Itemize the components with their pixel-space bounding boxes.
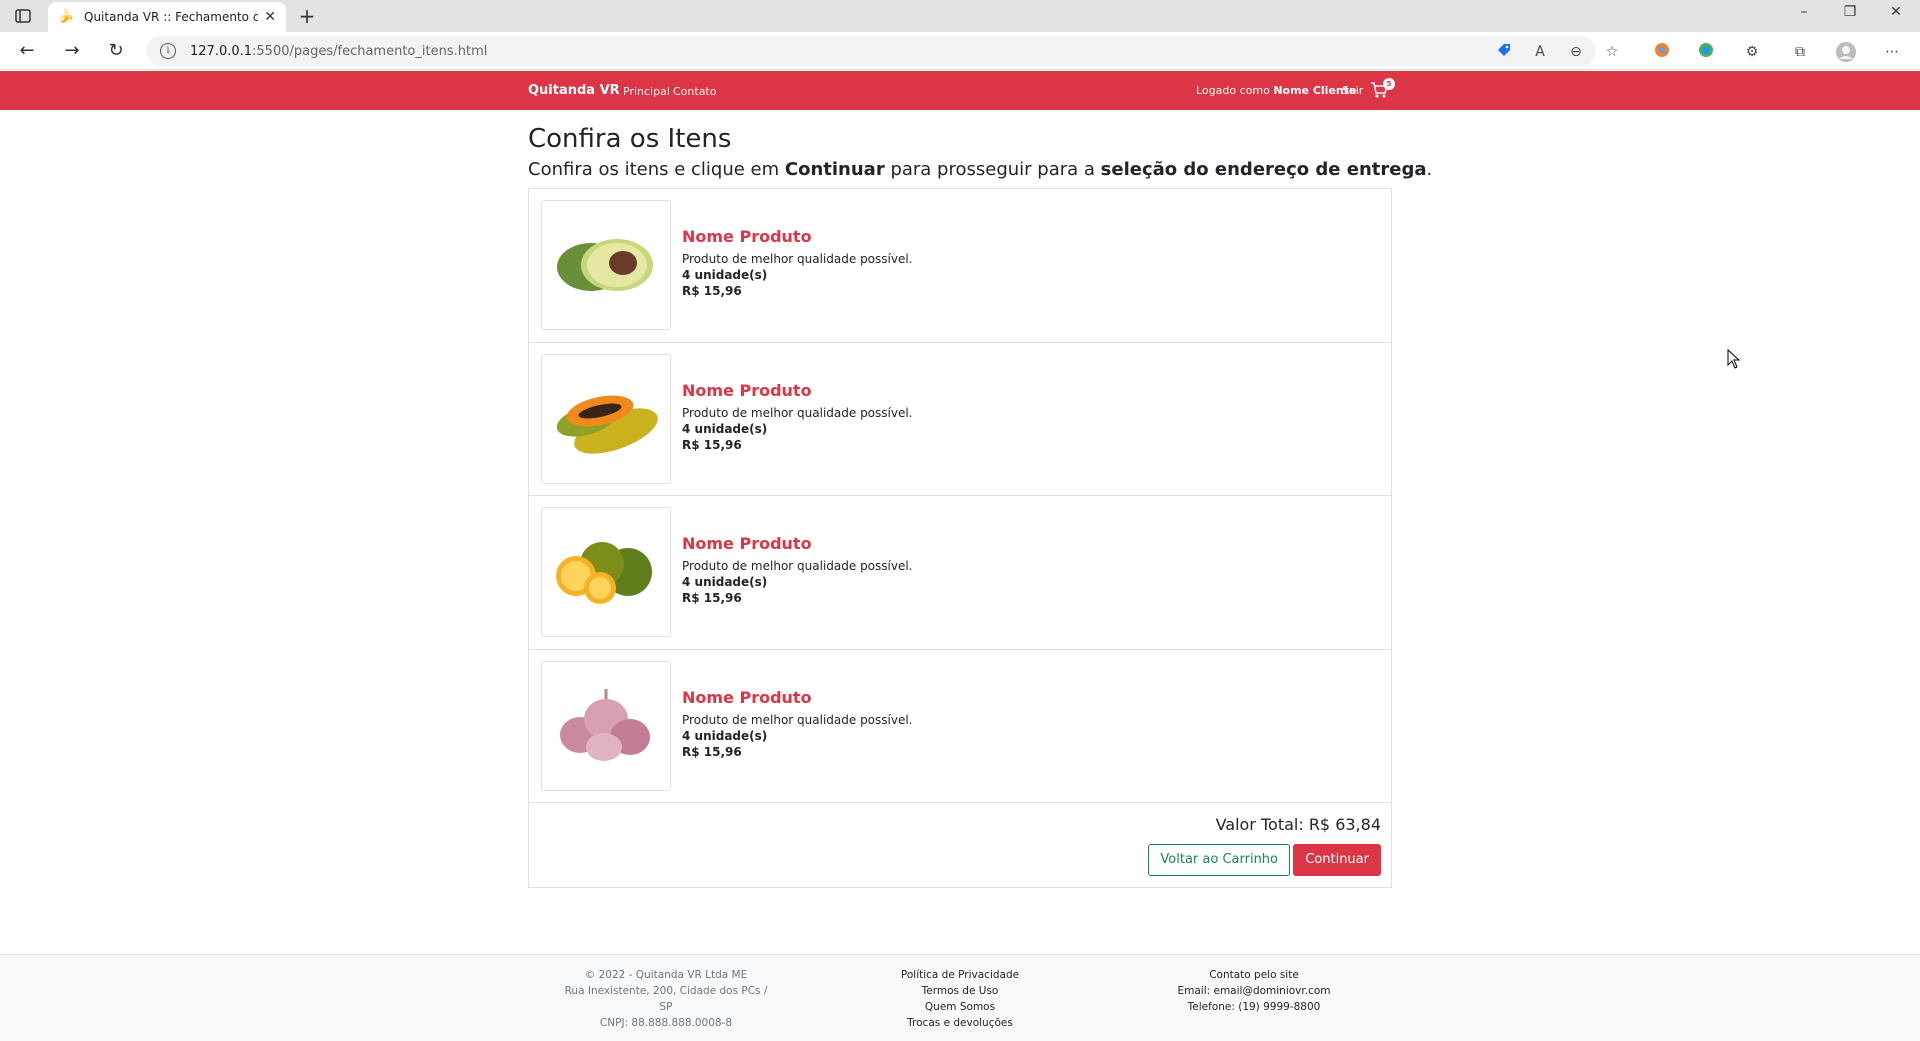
extension-color-icon[interactable]	[1652, 42, 1672, 62]
profile-avatar-icon[interactable]	[1836, 42, 1856, 62]
item-name[interactable]: Nome Produto	[682, 227, 812, 246]
new-tab-icon[interactable]: +	[294, 4, 320, 28]
order-summary: Valor Total: R$ 63,84 Voltar ao Carrinho…	[529, 803, 1391, 887]
url-text[interactable]: 127.0.0.1:5500/pages/fechamento_itens.ht…	[190, 44, 487, 59]
footer-phone: Telefone: (19) 9999-8800	[1187, 1001, 1321, 1013]
site-navbar: Quitanda VR Principal Contato Logado com…	[0, 71, 1920, 110]
total-value: Valor Total: R$ 63,84	[1215, 815, 1381, 834]
nav-link-principal[interactable]: Principal	[623, 85, 670, 98]
orange-image	[541, 507, 671, 637]
footer-links: Política de Privacidade Termos de Uso Qu…	[860, 967, 1060, 1031]
address-bar[interactable]: i 127.0.0.1:5500/pages/fechamento_itens.…	[146, 36, 1596, 66]
item-quantity: 4 unidade(s)	[682, 575, 768, 589]
mouse-cursor-icon	[1727, 348, 1741, 373]
footer-contact: Contato pelo site Email: email@dominiovr…	[1154, 967, 1354, 1015]
item-quantity: 4 unidade(s)	[682, 268, 768, 282]
window-close-icon[interactable]: ✕	[1876, 4, 1916, 20]
collections-icon[interactable]: ⧉	[1790, 42, 1810, 62]
logged-user-info: Logado como Nome Cliente	[1196, 84, 1357, 97]
avocado-image	[541, 200, 671, 330]
browser-tabstrip: 🍌 Quitanda VR :: Fechamento de C ✕ + – ❐…	[0, 0, 1920, 32]
cart-count-badge: 5	[1383, 78, 1395, 90]
item-name[interactable]: Nome Produto	[682, 688, 812, 707]
favorite-icon[interactable]: ☆	[1602, 42, 1622, 62]
footer-address: Rua Inexistente, 200, Cidade dos PCs / S…	[564, 985, 768, 1013]
item-description: Produto de melhor qualidade possível.	[682, 712, 913, 727]
restore-icon[interactable]: ❐	[1830, 4, 1870, 20]
back-to-cart-button[interactable]: Voltar ao Carrinho	[1148, 844, 1290, 876]
item-price: R$ 15,96	[682, 437, 742, 452]
item-description: Produto de melhor qualidade possível.	[682, 559, 913, 573]
footer-contact-link[interactable]: Contato pelo site	[1154, 967, 1354, 983]
continue-button[interactable]: Continuar	[1293, 844, 1381, 876]
more-menu-icon[interactable]: ⋯	[1882, 42, 1902, 62]
site-info-icon[interactable]: i	[160, 43, 176, 59]
footer-link-terms[interactable]: Termos de Uso	[860, 983, 1060, 999]
extensions-puzzle-icon[interactable]: ⚙	[1742, 42, 1762, 62]
tab-actions-icon[interactable]	[10, 6, 36, 26]
banana-favicon-icon: 🍌	[58, 9, 75, 24]
extension-search-icon[interactable]	[1696, 42, 1716, 62]
item-quantity: 4 unidade(s)	[682, 421, 768, 436]
checkout-items-list: Nome Produto Produto de melhor qualidade…	[528, 188, 1392, 888]
footer-cnpj: CNPJ: 88.888.888.0008-8	[599, 1017, 733, 1029]
item-price: R$ 15,96	[682, 744, 742, 759]
item-price: R$ 15,96	[682, 284, 742, 298]
reload-icon[interactable]: ↻	[104, 40, 128, 62]
read-aloud-icon[interactable]: A	[1530, 42, 1550, 62]
page-title: Confira os Itens	[528, 124, 732, 154]
footer-link-about[interactable]: Quem Somos	[860, 999, 1060, 1015]
tab-title: Quitanda VR :: Fechamento de C	[84, 10, 259, 24]
footer-link-privacy[interactable]: Política de Privacidade	[860, 967, 1060, 983]
zoom-out-icon[interactable]: ⊖	[1566, 42, 1586, 62]
list-item: Nome Produto Produto de melhor qualidade…	[529, 189, 1391, 343]
back-icon[interactable]: ←	[15, 40, 39, 62]
browser-toolbar: ← → ↻ i 127.0.0.1:5500/pages/fechamento_…	[0, 32, 1920, 70]
item-quantity: 4 unidade(s)	[682, 728, 768, 743]
list-item: Nome Produto Produto de melhor qualidade…	[529, 343, 1391, 496]
site-brand[interactable]: Quitanda VR	[528, 83, 620, 98]
browser-tab-active[interactable]: 🍌 Quitanda VR :: Fechamento de C ✕	[48, 2, 286, 32]
site-footer: © 2022 - Quitanda VR Ltda ME Rua Inexist…	[0, 954, 1920, 1041]
page-subtitle: Confira os itens e clique em Continuar p…	[528, 159, 1433, 180]
minimize-icon[interactable]: –	[1784, 4, 1824, 20]
tag-icon[interactable]	[1494, 42, 1514, 62]
garlic-image	[541, 660, 671, 791]
papaya-image	[541, 353, 671, 484]
nav-link-contato[interactable]: Contato	[673, 85, 716, 98]
item-description: Produto de melhor qualidade possível.	[682, 252, 913, 266]
footer-email: Email: email@dominiovr.com	[1177, 985, 1331, 997]
list-item: Nome Produto Produto de melhor qualidade…	[529, 496, 1391, 650]
item-name[interactable]: Nome Produto	[682, 381, 812, 400]
item-description: Produto de melhor qualidade possível.	[682, 405, 913, 420]
item-name[interactable]: Nome Produto	[682, 534, 812, 553]
forward-icon[interactable]: →	[60, 40, 84, 62]
list-item: Nome Produto Produto de melhor qualidade…	[529, 650, 1391, 803]
item-price: R$ 15,96	[682, 591, 742, 605]
footer-company-info: © 2022 - Quitanda VR Ltda ME Rua Inexist…	[560, 967, 772, 1031]
tab-close-icon[interactable]: ✕	[264, 9, 276, 25]
footer-link-returns[interactable]: Trocas e devoluções	[860, 1015, 1060, 1031]
logout-link[interactable]: Sair	[1342, 84, 1363, 97]
footer-copyright: © 2022 - Quitanda VR Ltda ME	[584, 969, 748, 981]
